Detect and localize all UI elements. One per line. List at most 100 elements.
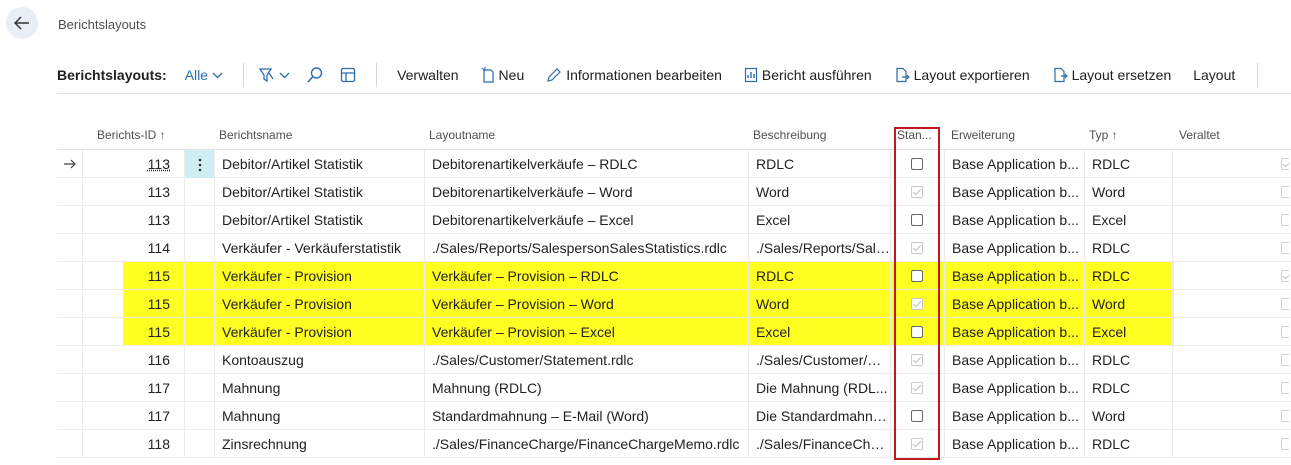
cell-report-id: 115 <box>82 318 184 346</box>
table-row[interactable]: 117 Mahnung Standardmahnung – E-Mail (Word… <box>57 402 1291 430</box>
view-selector[interactable]: Alle <box>185 67 223 83</box>
cell-report-id: 113 <box>82 178 184 206</box>
cell-report-id: 118 <box>82 430 184 458</box>
table-row[interactable]: 115 Verkäufer - Provision Verkäufer – Prov… <box>57 290 1291 318</box>
layout-menu-button[interactable]: Layout <box>1193 67 1235 83</box>
cell-layout-name: Verkäufer – Provision – Word <box>424 290 748 318</box>
cell-description: Excel <box>748 318 890 346</box>
cell-obsolete <box>1172 374 1289 402</box>
row-indicator <box>57 178 82 206</box>
table-row[interactable]: 115 Verkäufer - Provision Verkäufer – Prov… <box>57 318 1291 346</box>
run-report-button[interactable]: Bericht ausführen <box>744 67 872 83</box>
cell-obsolete <box>1172 290 1289 318</box>
report-layouts-grid: Berichts-ID ↑ Berichtsname Layoutname Be… <box>57 120 1291 458</box>
cell-standard <box>890 178 944 206</box>
cell-report-name: Verkäufer - Verkäuferstatistik <box>214 234 424 262</box>
cell-obsolete <box>1172 262 1289 290</box>
standard-checkbox[interactable] <box>911 214 923 226</box>
obsolete-checkbox <box>1281 382 1289 394</box>
standard-checkbox[interactable] <box>911 186 923 198</box>
obsolete-checkbox <box>1281 354 1289 366</box>
cell-layout-name: Verkäufer – Provision – RDLC <box>424 262 748 290</box>
row-actions[interactable] <box>184 206 214 234</box>
cell-obsolete <box>1172 150 1289 178</box>
col-standard[interactable]: Stan... <box>897 120 932 150</box>
standard-checkbox[interactable] <box>911 270 923 282</box>
standard-checkbox[interactable] <box>911 382 923 394</box>
filter-pane-button[interactable] <box>258 67 290 83</box>
standard-checkbox[interactable] <box>911 410 923 422</box>
row-indicator <box>57 290 82 318</box>
standard-checkbox[interactable] <box>911 326 923 338</box>
cell-report-name: Mahnung <box>214 402 424 430</box>
search-icon <box>307 67 323 83</box>
cell-standard <box>890 290 944 318</box>
manage-button[interactable]: Verwalten <box>397 67 458 83</box>
row-actions[interactable] <box>184 374 214 402</box>
standard-checkbox[interactable] <box>911 242 923 254</box>
row-actions[interactable] <box>184 178 214 206</box>
cell-extension: Base Application b... <box>944 234 1084 262</box>
row-actions[interactable] <box>184 150 214 178</box>
col-layout-name[interactable]: Layoutname <box>429 120 495 150</box>
col-description[interactable]: Beschreibung <box>753 120 826 150</box>
cell-report-id: 113 <box>82 206 184 234</box>
cell-obsolete <box>1172 402 1289 430</box>
row-actions[interactable] <box>184 430 214 458</box>
cell-report-name: Debitor/Artikel Statistik <box>214 150 424 178</box>
export-layout-button[interactable]: Layout exportieren <box>894 67 1030 83</box>
table-row[interactable]: 113 Debitor/Artikel Statistik Debitorenart… <box>57 178 1291 206</box>
cell-description: ./Sales/Reports/Sale... <box>748 234 890 262</box>
tile-view-icon <box>340 67 356 83</box>
cell-description: RDLC <box>748 150 890 178</box>
cell-standard <box>890 374 944 402</box>
row-indicator <box>57 318 82 346</box>
table-row[interactable]: 113 Debitor/Artikel Statistik Debitorenart… <box>57 150 1291 178</box>
table-row[interactable]: 113 Debitor/Artikel Statistik Debitorenart… <box>57 206 1291 234</box>
standard-checkbox[interactable] <box>911 438 923 450</box>
col-report-name[interactable]: Berichtsname <box>219 120 292 150</box>
cell-layout-name: Standardmahnung – E-Mail (Word) <box>424 402 748 430</box>
row-actions[interactable] <box>184 262 214 290</box>
cell-description: Die Mahnung (RDL... <box>748 374 890 402</box>
cell-description: Die Standardmahnu... <box>748 402 890 430</box>
cell-layout-name: ./Sales/Reports/SalespersonSalesStatisti… <box>424 234 748 262</box>
cell-obsolete <box>1172 206 1289 234</box>
row-actions[interactable] <box>184 318 214 346</box>
tile-view-button[interactable] <box>340 67 356 83</box>
table-row[interactable]: 118 Zinsrechnung ./Sales/FinanceCharge/Fin… <box>57 430 1291 458</box>
col-report-id[interactable]: Berichts-ID ↑ <box>97 120 166 150</box>
col-obsolete[interactable]: Veraltet <box>1179 120 1220 150</box>
search-button[interactable] <box>306 66 324 84</box>
cell-standard <box>890 206 944 234</box>
cell-report-id: 115 <box>82 262 184 290</box>
run-report-label: Bericht ausführen <box>761 67 872 83</box>
cell-type: RDLC <box>1084 150 1172 178</box>
cell-standard <box>890 234 944 262</box>
table-row[interactable]: 116 Kontoauszug ./Sales/Customer/Statement… <box>57 346 1291 374</box>
cell-layout-name: Debitorenartikelverkäufe – Word <box>424 178 748 206</box>
table-row[interactable]: 114 Verkäufer - Verkäuferstatistik ./Sales… <box>57 234 1291 262</box>
row-actions[interactable] <box>184 234 214 262</box>
cell-report-id[interactable]: 113 <box>82 150 184 178</box>
table-row[interactable]: 117 Mahnung Mahnung (RDLC) Die Mahnung (RDL… <box>57 374 1291 402</box>
row-actions[interactable] <box>184 346 214 374</box>
standard-checkbox[interactable] <box>911 354 923 366</box>
row-actions[interactable] <box>184 402 214 430</box>
cell-obsolete <box>1172 346 1289 374</box>
row-actions[interactable] <box>184 290 214 318</box>
standard-checkbox[interactable] <box>911 298 923 310</box>
edit-information-button[interactable]: Informationen bearbeiten <box>546 67 722 83</box>
cell-standard <box>890 318 944 346</box>
table-row[interactable]: 115 Verkäufer - Provision Verkäufer – Prov… <box>57 262 1291 290</box>
new-button[interactable]: Neu <box>481 67 524 83</box>
cell-layout-name: Mahnung (RDLC) <box>424 374 748 402</box>
cell-standard <box>890 150 944 178</box>
col-extension[interactable]: Erweiterung <box>951 120 1015 150</box>
cell-description: Excel <box>748 206 890 234</box>
standard-checkbox[interactable] <box>911 158 923 170</box>
col-type[interactable]: Typ ↑ <box>1089 120 1118 150</box>
back-button[interactable] <box>6 7 38 39</box>
replace-layout-button[interactable]: Layout ersetzen <box>1052 67 1171 83</box>
row-indicator <box>57 150 82 178</box>
